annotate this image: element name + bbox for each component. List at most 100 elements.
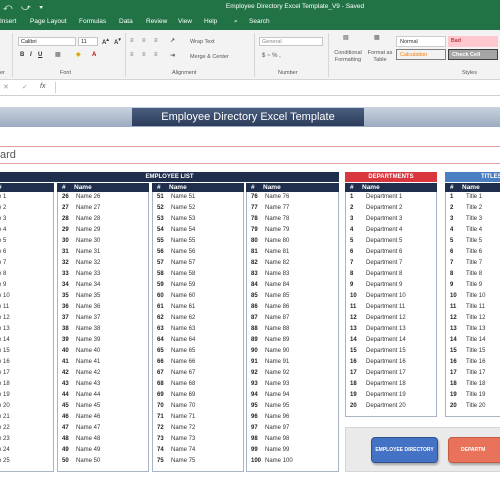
list-item[interactable]: e 19 [0, 390, 53, 401]
list-item[interactable]: 42 Name 42 [58, 368, 148, 379]
list-item[interactable]: 41 Name 41 [58, 357, 148, 368]
list-item[interactable]: 47 Name 47 [58, 423, 148, 434]
list-item[interactable]: e 13 [0, 324, 53, 335]
worksheet[interactable]: Employee Directory Excel Template ard EM… [0, 96, 500, 500]
style-bad[interactable]: Bad [448, 36, 498, 47]
list-item[interactable]: 43 Name 43 [58, 379, 148, 390]
list-item[interactable]: 97 Name 97 [247, 423, 338, 434]
list-item[interactable]: 29 Name 29 [58, 225, 148, 236]
tab-data[interactable]: Data [119, 18, 133, 25]
list-item[interactable]: 19 Department 19 [346, 390, 436, 401]
list-item[interactable]: 32 Name 32 [58, 258, 148, 269]
list-item[interactable]: 65 Name 65 [153, 346, 243, 357]
format-as-table-icon[interactable]: ▦ [374, 34, 380, 41]
tab-page-layout[interactable]: Page Layout [30, 18, 67, 25]
list-item[interactable]: 57 Name 57 [153, 258, 243, 269]
font-size-select[interactable]: 11 [78, 37, 98, 46]
tab-review[interactable]: Review [146, 18, 167, 25]
list-item[interactable]: 11 Department 11 [346, 302, 436, 313]
list-item[interactable]: 89 Name 89 [247, 335, 338, 346]
list-item[interactable]: 14 Department 14 [346, 335, 436, 346]
list-item[interactable]: 44 Name 44 [58, 390, 148, 401]
list-item[interactable]: e 6 [0, 247, 53, 258]
cancel-icon[interactable]: ✕ [3, 83, 9, 91]
list-item[interactable]: e 12 [0, 313, 53, 324]
shrink-font-icon[interactable]: A▾ [114, 37, 121, 46]
tab-view[interactable]: View [178, 18, 192, 25]
number-format-select[interactable]: General [259, 37, 323, 46]
enter-icon[interactable]: ✓ [22, 83, 28, 91]
grow-font-icon[interactable]: A▴ [102, 37, 109, 46]
font-name-select[interactable]: Calibri [18, 37, 76, 46]
list-item[interactable]: 51 Name 51 [153, 192, 243, 203]
list-item[interactable]: 52 Name 52 [153, 203, 243, 214]
list-item[interactable]: 30 Name 30 [58, 236, 148, 247]
list-item[interactable]: 78 Name 78 [247, 214, 338, 225]
list-item[interactable]: 77 Name 77 [247, 203, 338, 214]
list-item[interactable]: 94 Name 94 [247, 390, 338, 401]
list-item[interactable]: 46 Name 46 [58, 412, 148, 423]
list-item[interactable]: e 20 [0, 401, 53, 412]
list-item[interactable]: e 18 [0, 379, 53, 390]
conditional-formatting-icon[interactable]: ▤ [343, 34, 349, 41]
list-item[interactable]: 8 Title 8 [446, 269, 500, 280]
list-item[interactable]: 96 Name 96 [247, 412, 338, 423]
conditional-formatting-button[interactable]: Conditional Formatting [332, 50, 364, 64]
list-item[interactable]: 82 Name 82 [247, 258, 338, 269]
list-item[interactable]: 69 Name 69 [153, 390, 243, 401]
list-item[interactable]: 28 Name 28 [58, 214, 148, 225]
list-item[interactable]: e 22 [0, 423, 53, 434]
list-item[interactable]: 5 Department 5 [346, 236, 436, 247]
list-item[interactable]: 9 Department 9 [346, 280, 436, 291]
align-bottom-icon[interactable]: ≡ [154, 38, 158, 44]
list-item[interactable]: e 10 [0, 291, 53, 302]
list-item[interactable]: 27 Name 27 [58, 203, 148, 214]
list-item[interactable]: 16 Title 16 [446, 357, 500, 368]
list-item[interactable]: e 9 [0, 280, 53, 291]
list-item[interactable]: 10 Department 10 [346, 291, 436, 302]
tab-help[interactable]: Help [204, 18, 217, 25]
list-item[interactable]: 4 Department 4 [346, 225, 436, 236]
list-item[interactable]: e 2 [0, 203, 53, 214]
align-right-icon[interactable]: ≡ [154, 52, 158, 58]
indent-icon[interactable]: ⇥ [170, 52, 175, 59]
list-item[interactable]: 70 Name 70 [153, 401, 243, 412]
list-item[interactable]: 66 Name 66 [153, 357, 243, 368]
bold-icon[interactable]: B [20, 52, 24, 58]
number-format-buttons[interactable]: $ ~ % , [262, 53, 281, 59]
list-item[interactable]: 87 Name 87 [247, 313, 338, 324]
list-item[interactable]: e 5 [0, 236, 53, 247]
list-item[interactable]: 62 Name 62 [153, 313, 243, 324]
list-item[interactable]: 80 Name 80 [247, 236, 338, 247]
list-item[interactable]: 4 Title 4 [446, 225, 500, 236]
list-item[interactable]: 6 Title 6 [446, 247, 500, 258]
list-item[interactable]: 81 Name 81 [247, 247, 338, 258]
list-item[interactable]: 20 Department 20 [346, 401, 436, 412]
list-item[interactable]: 99 Name 99 [247, 445, 338, 456]
list-item[interactable]: 93 Name 93 [247, 379, 338, 390]
list-item[interactable]: 86 Name 86 [247, 302, 338, 313]
list-item[interactable]: 26 Name 26 [58, 192, 148, 203]
list-item[interactable]: 18 Department 18 [346, 379, 436, 390]
list-item[interactable]: 90 Name 90 [247, 346, 338, 357]
list-item[interactable]: 72 Name 72 [153, 423, 243, 434]
list-item[interactable]: 39 Name 39 [58, 335, 148, 346]
list-item[interactable]: 14 Title 14 [446, 335, 500, 346]
list-item[interactable]: 8 Department 8 [346, 269, 436, 280]
align-center-icon[interactable]: ≡ [142, 52, 146, 58]
list-item[interactable]: 17 Department 17 [346, 368, 436, 379]
underline-icon[interactable]: U [38, 52, 42, 58]
list-item[interactable]: 18 Title 18 [446, 379, 500, 390]
list-item[interactable]: 68 Name 68 [153, 379, 243, 390]
list-item[interactable]: 45 Name 45 [58, 401, 148, 412]
style-check-cell[interactable]: Check Cell [448, 49, 498, 60]
list-item[interactable]: 1 Title 1 [446, 192, 500, 203]
insert-function-icon[interactable]: fx [40, 83, 45, 90]
list-item[interactable]: 7 Department 7 [346, 258, 436, 269]
tab-insert[interactable]: Insert [0, 18, 16, 25]
list-item[interactable]: 15 Title 15 [446, 346, 500, 357]
list-item[interactable]: e 23 [0, 434, 53, 445]
list-item[interactable]: 75 Name 75 [153, 456, 243, 467]
list-item[interactable]: 91 Name 91 [247, 357, 338, 368]
list-item[interactable]: 9 Title 9 [446, 280, 500, 291]
